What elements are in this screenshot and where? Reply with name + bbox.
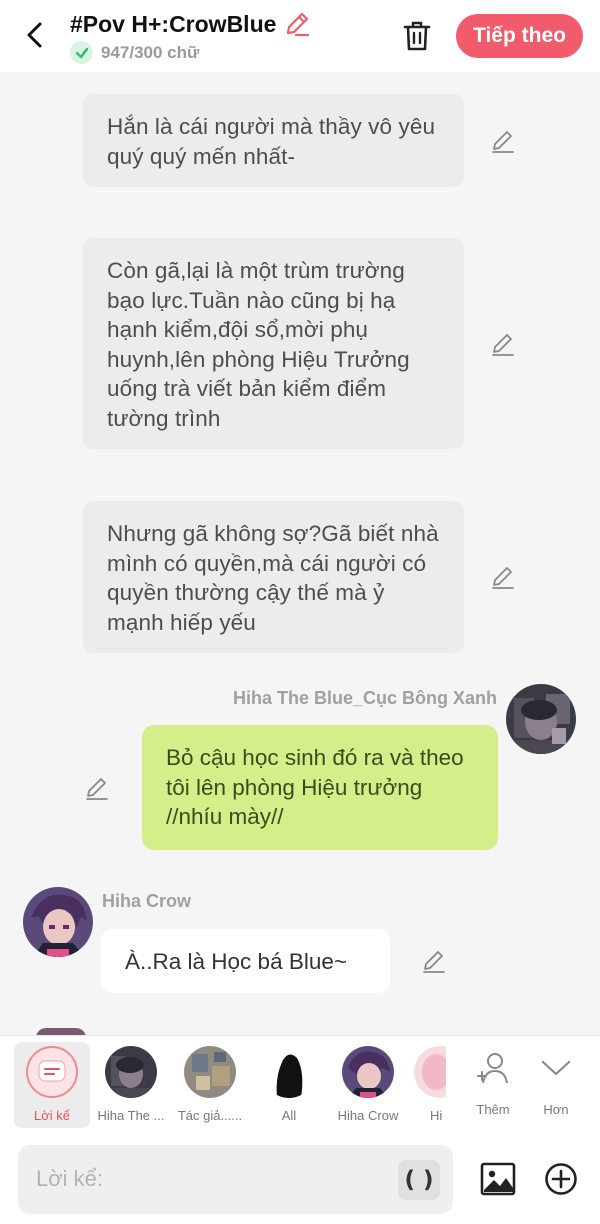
avatar-blue-icon	[506, 684, 576, 754]
character-crow[interactable]: Hiha Crow	[327, 1036, 409, 1136]
character-all[interactable]: All	[248, 1036, 330, 1136]
character-label: Hiha The ...	[97, 1108, 165, 1123]
input-container: ( )	[18, 1145, 453, 1214]
edit-pencil-icon[interactable]	[488, 562, 518, 592]
character-partial[interactable]: Hi	[406, 1036, 446, 1136]
character-label: All	[281, 1108, 297, 1123]
character-narration[interactable]: Lời kể	[14, 1042, 90, 1128]
message-bubble[interactable]: À..Ra là Học bá Blue~	[101, 929, 390, 993]
chevron-left-icon	[27, 22, 42, 48]
narration-bubble[interactable]: Nhưng gã không sợ?Gã biết nhà mình có qu…	[83, 501, 464, 653]
insert-image-button[interactable]	[478, 1160, 518, 1198]
character-label: Hiha Crow	[337, 1108, 399, 1123]
story-title: #Pov H+:CrowBlue	[70, 10, 277, 37]
add-button[interactable]	[543, 1161, 579, 1197]
delete-button[interactable]	[398, 17, 436, 55]
character-selector: Lời kể Hiha The ... Tác giả...... All Hi…	[0, 1035, 600, 1135]
edit-title-icon[interactable]	[282, 9, 312, 39]
edit-pencil-icon[interactable]	[82, 773, 112, 803]
top-bar: #Pov H+:CrowBlue 947/300 chữ Tiếp theo	[0, 0, 600, 72]
add-character-button[interactable]: Thêm	[463, 1036, 523, 1136]
avatar-crow-icon	[23, 887, 93, 957]
narration-icon	[26, 1046, 78, 1098]
avatar[interactable]	[23, 887, 93, 957]
avatar-blue-icon	[105, 1046, 157, 1098]
character-label: Tác giả......	[177, 1108, 243, 1123]
word-count: 947/300 chữ	[101, 42, 200, 62]
narration-bubble[interactable]: Còn gã,lại là một trùm trường bạo lực.Tu…	[83, 238, 464, 449]
character-author[interactable]: Tác giả......	[169, 1036, 251, 1136]
character-label: Lời kể	[34, 1108, 70, 1123]
character-label: Hi	[430, 1108, 443, 1123]
edit-pencil-icon[interactable]	[488, 126, 518, 156]
avatar-silhouette-icon	[263, 1046, 315, 1098]
check-icon	[70, 41, 93, 64]
parenthesis-button[interactable]: ( )	[398, 1160, 440, 1200]
sender-name: Hiha The Blue_Cục Bông Xanh	[232, 688, 497, 708]
next-button[interactable]: Tiếp theo	[456, 14, 583, 58]
message-input[interactable]	[36, 1157, 386, 1201]
narration-bubble[interactable]: Hắn là cái người mà thầy vô yêu quý quý …	[83, 94, 464, 187]
sender-name: Hiha Crow	[102, 891, 192, 911]
message-bubble[interactable]: Bỏ cậu học sinh đó ra và theo tôi lên ph…	[142, 725, 498, 850]
avatar[interactable]	[506, 684, 576, 754]
chevron-down-icon	[536, 1048, 576, 1088]
back-button[interactable]	[18, 18, 52, 52]
plus-circle-icon	[545, 1163, 577, 1195]
edit-pencil-icon[interactable]	[419, 946, 449, 976]
collapse-label: Hơn	[543, 1102, 569, 1117]
expand-button[interactable]: Hơn	[526, 1036, 586, 1136]
character-blue[interactable]: Hiha The ...	[90, 1036, 172, 1136]
more-label: Thêm	[476, 1102, 510, 1117]
avatar-author-icon	[184, 1046, 236, 1098]
edit-pencil-icon[interactable]	[488, 329, 518, 359]
composer: ( )	[0, 1135, 600, 1224]
avatar-pink-icon	[414, 1046, 446, 1098]
trash-icon	[403, 21, 431, 51]
add-user-icon	[473, 1048, 513, 1088]
image-icon	[480, 1162, 516, 1196]
avatar-crow-icon	[342, 1046, 394, 1098]
